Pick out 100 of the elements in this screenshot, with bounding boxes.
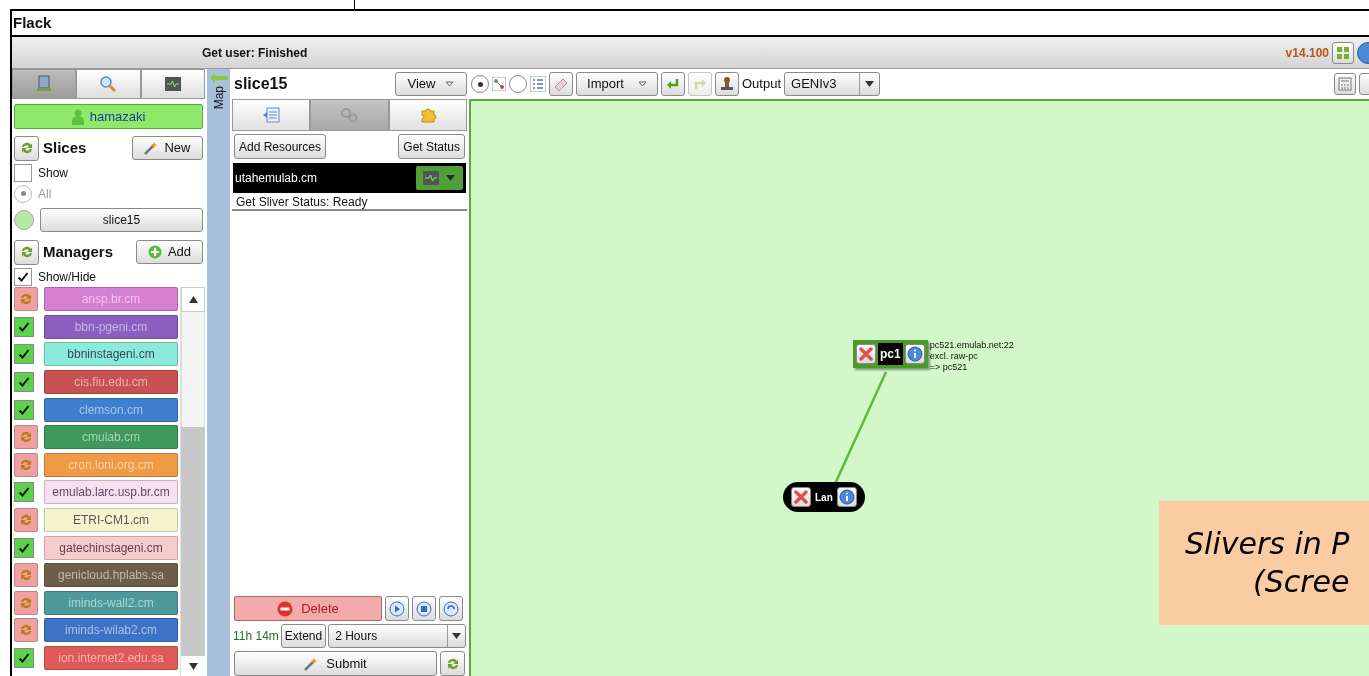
- wand-icon: [144, 141, 159, 155]
- topology-canvas[interactable]: pc1 pc521.emulab.net:22 excl. raw-pc => pc521 Lan Slivers in P (Scree: [469, 99, 1369, 676]
- sliver-row[interactable]: utahemulab.cm: [233, 163, 466, 193]
- node-label: pc1: [878, 343, 903, 365]
- show-checkbox[interactable]: [14, 163, 32, 182]
- manager-refresh-button[interactable]: [14, 452, 38, 477]
- refresh-slices-button[interactable]: [14, 135, 39, 161]
- submit-button[interactable]: Submit: [234, 651, 437, 676]
- close-icon: [859, 347, 873, 361]
- all-radio[interactable]: [14, 184, 32, 203]
- redo-icon: [692, 76, 708, 92]
- version-label: v14.100: [1285, 44, 1329, 62]
- calculator-button[interactable]: [1334, 73, 1356, 95]
- eraser-button[interactable]: [549, 72, 573, 96]
- scrollbar[interactable]: [180, 287, 205, 676]
- map-strip[interactable]: Map: [207, 69, 230, 676]
- check-icon: [17, 270, 29, 283]
- manager-checkbox[interactable]: [14, 399, 34, 420]
- sliver-menu-button[interactable]: [416, 166, 463, 190]
- add-manager-button[interactable]: Add: [136, 240, 203, 264]
- monitor-icon: [423, 171, 439, 185]
- arrow-left-icon: [209, 73, 228, 83]
- slice-button[interactable]: slice15: [40, 207, 203, 232]
- arrow-down-icon[interactable]: [188, 662, 198, 670]
- lan-node[interactable]: Lan: [783, 482, 865, 512]
- close-icon: [794, 490, 808, 504]
- manager-refresh-button[interactable]: [14, 425, 38, 450]
- delete-button[interactable]: Delete: [234, 596, 382, 621]
- map-label: Map: [210, 86, 227, 110]
- manager-checkbox[interactable]: [14, 482, 34, 503]
- manager-checkbox[interactable]: [14, 344, 34, 365]
- delete-node-button[interactable]: [791, 487, 811, 507]
- get-status-button[interactable]: Get Status: [398, 134, 465, 159]
- restart-icon: [443, 600, 459, 617]
- manager-refresh-button[interactable]: [14, 563, 38, 588]
- stop-button[interactable]: [412, 596, 436, 621]
- show-hide-label: Show/Hide: [38, 268, 97, 286]
- import-button[interactable]: Import: [576, 72, 658, 96]
- slice-tab[interactable]: [232, 99, 311, 131]
- status-message: Get user: Finished: [202, 44, 308, 62]
- wand-icon: [304, 656, 319, 671]
- duration-dropdown[interactable]: 2 Hours: [328, 623, 466, 648]
- stop-icon: [416, 600, 432, 617]
- delete-node-button[interactable]: [856, 344, 876, 364]
- manager-checkbox[interactable]: [14, 537, 34, 558]
- play-button[interactable]: [385, 596, 409, 621]
- puzzle-icon: [418, 106, 437, 124]
- window-title: Flack: [13, 12, 52, 33]
- panel-tab[interactable]: [140, 69, 205, 99]
- info-button[interactable]: [836, 487, 857, 507]
- add-resources-button[interactable]: Add Resources: [234, 134, 327, 159]
- slices-heading: Slices: [43, 137, 87, 158]
- eraser-icon: [553, 76, 569, 92]
- stamp-button[interactable]: [715, 72, 739, 96]
- close-button[interactable]: [1359, 73, 1369, 95]
- caret-icon: [865, 81, 875, 87]
- manager-refresh-button[interactable]: [14, 618, 38, 643]
- node-info-text: pc521.emulab.net:22: [929, 340, 1014, 351]
- mode-radio[interactable]: [471, 75, 489, 93]
- stamp-icon: [719, 76, 735, 92]
- slice-tab[interactable]: [388, 99, 467, 131]
- note-text: Slivers in P: [1185, 525, 1351, 563]
- caret-icon: [445, 81, 455, 87]
- manager-button[interactable]: emulab.larc.usp.br.cm: [44, 480, 178, 505]
- check-icon: [18, 541, 30, 554]
- fullscreen-button[interactable]: [1332, 41, 1354, 64]
- manager-checkbox[interactable]: [14, 372, 34, 393]
- manager-checkbox[interactable]: [14, 648, 34, 668]
- manager-button[interactable]: ETRI-CM1.cm: [44, 508, 178, 533]
- output-format-dropdown[interactable]: GENIv3: [784, 72, 881, 96]
- graph-icon[interactable]: [492, 77, 506, 91]
- manager-checkbox[interactable]: [14, 316, 34, 337]
- show-hide-checkbox[interactable]: [14, 267, 32, 286]
- restart-button[interactable]: [439, 596, 463, 621]
- manager-button[interactable]: gatechinstageni.cm: [44, 535, 178, 560]
- play-icon: [389, 600, 405, 617]
- extend-button[interactable]: Extend: [280, 623, 327, 648]
- gears-icon: [340, 107, 359, 123]
- new-slice-button[interactable]: New: [132, 136, 203, 160]
- undo-button[interactable]: [661, 72, 685, 96]
- list-view-icon[interactable]: [530, 76, 546, 92]
- calculator-icon: [1338, 77, 1352, 91]
- list-icon: [262, 107, 281, 123]
- manager-button[interactable]: bbninstageni.cm: [44, 342, 178, 367]
- time-remaining: 11h 14m: [233, 627, 279, 645]
- caret-icon: [452, 632, 461, 639]
- all-label: All: [38, 185, 52, 203]
- monitor-icon: [164, 77, 181, 91]
- person-icon: [71, 108, 84, 125]
- help-button[interactable]: [1357, 41, 1369, 64]
- arrow-up-icon[interactable]: [188, 296, 198, 303]
- manager-refresh-button[interactable]: [14, 590, 38, 615]
- check-icon: [18, 486, 30, 499]
- user-button[interactable]: hamazaki: [14, 104, 203, 129]
- refresh-button[interactable]: [440, 651, 465, 676]
- lan-label: Lan: [815, 490, 833, 505]
- view-button[interactable]: View: [395, 72, 467, 96]
- node[interactable]: pc1: [853, 340, 928, 368]
- mode-radio[interactable]: [509, 75, 527, 93]
- building-icon: [36, 75, 53, 93]
